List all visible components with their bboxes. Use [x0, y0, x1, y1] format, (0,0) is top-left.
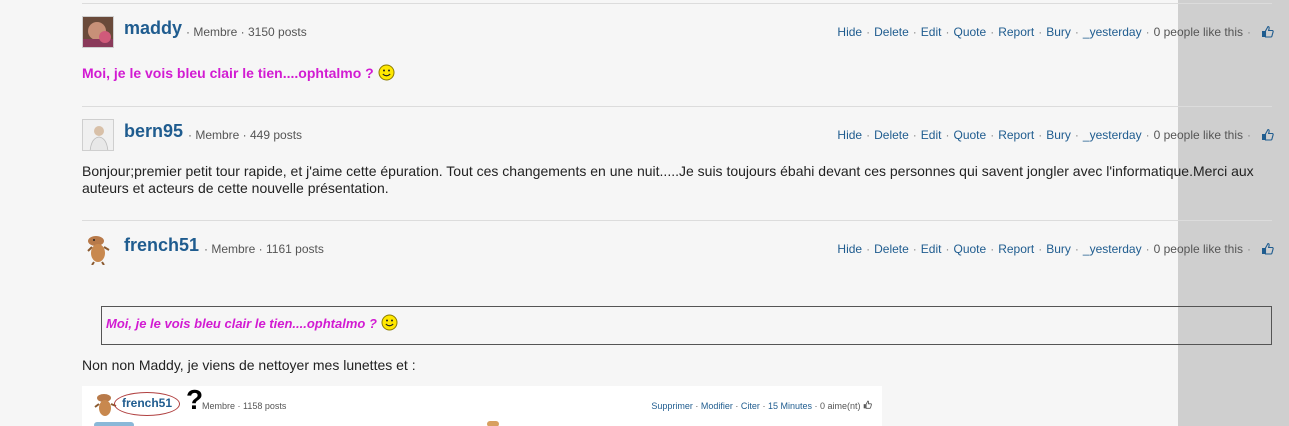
post-separator [82, 3, 1272, 4]
report-link[interactable]: Report [998, 128, 1034, 142]
post-actions: Hide · Delete · Edit · Quote · Report · Bury · _yest… [837, 242, 1274, 258]
bury-link[interactable]: Bury [1046, 242, 1071, 256]
delete-link[interactable]: Delete [874, 242, 909, 256]
post-separator [82, 220, 1272, 221]
embedded-decoration [487, 421, 499, 426]
likes-count: 0 people like this [1153, 242, 1243, 256]
page: maddy · Membre · 3150 posts Hide · Delete ·… [0, 0, 1289, 426]
quote-block: Moi, je le vois bleu clair le tien....op… [101, 306, 1272, 345]
time-link[interactable]: _yesterday [1083, 128, 1142, 142]
smiley-icon [381, 314, 398, 334]
embedded-meta: Membre · 1158 posts [202, 401, 287, 411]
time-link[interactable]: _yesterday [1083, 242, 1142, 256]
thumbs-up-icon[interactable] [1261, 25, 1274, 41]
post-bern95: bern95 · Membre · 449 posts Hide · Delete ·… [82, 119, 1274, 209]
embedded-screenshot: french51 ? Membre · 1158 posts Supprimer… [82, 384, 882, 426]
likes-count: 0 people like this [1153, 128, 1243, 142]
time-link[interactable]: _yesterday [1083, 25, 1142, 39]
delete-link[interactable]: Delete [874, 25, 909, 39]
hide-link[interactable]: Hide [837, 242, 862, 256]
post-actions: Hide · Delete · Edit · Quote · Report · Bury · _yest… [837, 128, 1274, 144]
avatar-image-icon [82, 233, 114, 265]
quote-link[interactable]: Quote [953, 128, 986, 142]
thumbs-up-icon [863, 400, 872, 409]
quote-link[interactable]: Quote [953, 25, 986, 39]
thumbs-up-icon[interactable] [1261, 128, 1274, 144]
hide-link[interactable]: Hide [837, 128, 862, 142]
embedded-citer: Citer [740, 401, 760, 411]
avatar-image-icon [83, 17, 113, 47]
edit-link[interactable]: Edit [921, 128, 942, 142]
hide-link[interactable]: Hide [837, 25, 862, 39]
embedded-username: french51 [122, 396, 173, 410]
edit-link[interactable]: Edit [921, 25, 942, 39]
post-message: Moi, je le vois bleu clair le tien....op… [82, 64, 395, 85]
embedded-actions: Supprimer · Modifier · Citer · 15 Minute… [651, 400, 872, 411]
post-maddy: maddy · Membre · 3150 posts Hide · Delete ·… [82, 16, 1274, 96]
embedded-bar [94, 422, 134, 426]
report-link[interactable]: Report [998, 25, 1034, 39]
post-french51: french51 · Membre · 1161 posts Hide · Dele… [82, 233, 1274, 273]
edit-link[interactable]: Edit [921, 242, 942, 256]
username[interactable]: french51 [124, 235, 199, 256]
post-separator [82, 106, 1272, 107]
user-meta: · Membre · 449 posts [188, 128, 303, 142]
post-message: Bonjour;premier petit tour rapide, et j'… [82, 163, 1254, 196]
quote-link[interactable]: Quote [953, 242, 986, 256]
username[interactable]: bern95 [124, 121, 183, 142]
left-gutter [0, 0, 63, 426]
user-meta: · Membre · 1161 posts [204, 242, 324, 256]
username[interactable]: maddy [124, 18, 182, 39]
post-actions: Hide · Delete · Edit · Quote · Report · Bury · _yest… [837, 25, 1274, 41]
likes-count: 0 people like this [1153, 25, 1243, 39]
smiley-icon [378, 64, 395, 85]
quote-text: Moi, je le vois bleu clair le tien....op… [106, 314, 398, 334]
embedded-time: 15 Minutes [767, 401, 812, 411]
bury-link[interactable]: Bury [1046, 25, 1071, 39]
report-link[interactable]: Report [998, 242, 1034, 256]
avatar[interactable] [82, 233, 114, 265]
delete-link[interactable]: Delete [874, 128, 909, 142]
thumbs-up-icon[interactable] [1261, 242, 1274, 258]
question-mark: ? [186, 384, 204, 415]
embedded-likes: 0 aime(nt) [819, 401, 861, 411]
user-meta: · Membre · 3150 posts [186, 25, 307, 39]
post-message: Non non Maddy, je viens de nettoyer mes … [82, 357, 416, 373]
bury-link[interactable]: Bury [1046, 128, 1071, 142]
avatar[interactable] [82, 119, 114, 151]
embedded-modifier: Modifier [700, 401, 733, 411]
avatar-image-icon [83, 120, 113, 150]
embedded-supprimer: Supprimer [651, 401, 693, 411]
avatar[interactable] [82, 16, 114, 48]
